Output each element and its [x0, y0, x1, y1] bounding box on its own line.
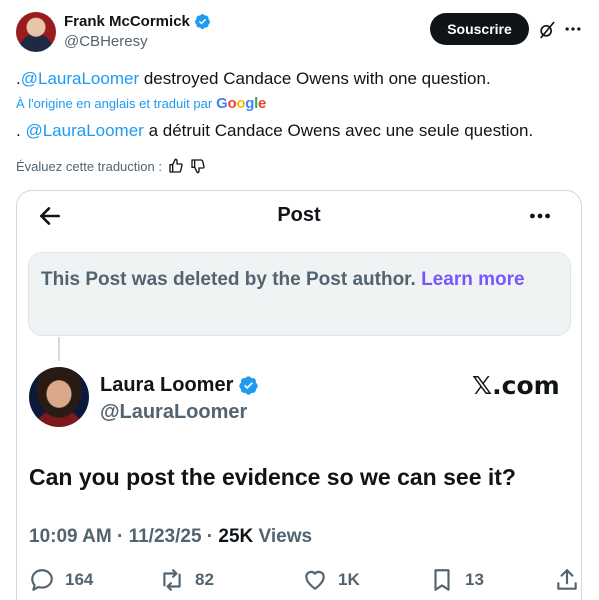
views-count: 25K — [218, 526, 254, 547]
bookmark-count: 13 — [465, 570, 484, 589]
x-com-watermark: 𝕏.com — [472, 371, 560, 400]
quote-author-avatar — [29, 367, 89, 427]
translation-mention-link[interactable]: @LauraLoomer — [25, 121, 143, 140]
translation-rest: a détruit Candace Owens avec une seule q… — [143, 121, 534, 140]
quote-author-handle: @LauraLoomer — [100, 401, 248, 423]
quote-verified-badge-icon — [239, 376, 259, 395]
thread-connector — [58, 337, 60, 361]
views-label: Views — [258, 526, 313, 547]
grok-icon[interactable] — [537, 20, 557, 40]
embedded-image-card[interactable]: Post This Post was deleted by the Post a… — [16, 190, 582, 600]
repost-icon — [163, 569, 181, 591]
quote-author-name: Laura Loomer — [100, 374, 234, 396]
deleted-post-notice: This Post was deleted by the Post author… — [28, 252, 571, 336]
quote-author-block: Laura Loomer @LauraLoomer — [100, 374, 259, 424]
tweet-text-rest: destroyed Candace Owens with one questio… — [139, 69, 491, 88]
author-name[interactable]: Frank McCormick — [64, 13, 190, 30]
deleted-post-text: This Post was deleted by the Post author… — [41, 269, 416, 290]
repost-count: 82 — [195, 570, 214, 589]
bookmark-action: 13 — [429, 567, 484, 593]
author-block[interactable]: Frank McCormick @CBHeresy — [64, 13, 211, 50]
like-count: 1K — [338, 570, 360, 589]
author-avatar[interactable] — [16, 12, 56, 52]
reply-count: 164 — [65, 570, 94, 589]
quoted-post-text: Can you post the evidence so we can see … — [29, 464, 516, 490]
quoted-post-time: 10:09 AM · 11/23/25 · — [29, 526, 219, 547]
heart-icon — [305, 570, 325, 590]
tweet-text: .@LauraLoomer destroyed Candace Owens wi… — [16, 69, 491, 89]
quoted-post-actions: 164 82 1K 13 — [29, 567, 577, 597]
translated-by-label[interactable]: À l'origine en anglais et traduit par — [16, 96, 212, 111]
learn-more-link: Learn more — [421, 269, 525, 290]
reply-action: 164 — [29, 567, 93, 593]
like-action: 1K — [302, 567, 360, 593]
share-icon — [557, 569, 577, 590]
translated-text: . @LauraLoomer a détruit Candace Owens a… — [16, 121, 533, 141]
card-more-icon — [530, 213, 550, 219]
verified-badge-icon — [194, 14, 210, 29]
thumbs-down-icon[interactable] — [190, 158, 206, 174]
mention-link[interactable]: @LauraLoomer — [21, 69, 139, 88]
repost-action: 82 — [159, 567, 214, 593]
more-options-icon[interactable] — [563, 19, 583, 39]
subscribe-button[interactable]: Souscrire — [430, 13, 529, 45]
thumbs-up-icon[interactable] — [168, 158, 184, 174]
quoted-post-meta: 10:09 AM · 11/23/25 · 25K Views — [29, 526, 312, 548]
author-handle[interactable]: @CBHeresy — [64, 33, 211, 50]
bookmark-icon — [434, 569, 450, 591]
author-name-row[interactable]: Frank McCormick — [64, 13, 211, 30]
rate-translation-label: Évaluez cette traduction : — [16, 158, 162, 174]
translation-attribution[interactable]: À l'origine en anglais et traduit par Go… — [16, 95, 266, 112]
reply-icon — [31, 569, 53, 591]
share-action — [554, 567, 580, 593]
google-logo-icon: Google — [216, 95, 267, 112]
quote-author-name-row: Laura Loomer — [100, 374, 259, 397]
rate-translation: Évaluez cette traduction : — [16, 158, 206, 174]
card-page-title: Post — [277, 204, 321, 226]
